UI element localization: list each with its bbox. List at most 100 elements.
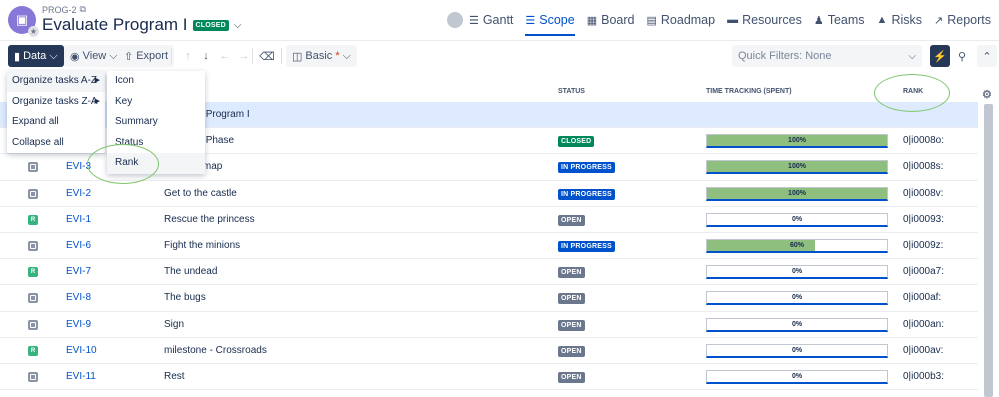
export-icon: ⇧ xyxy=(124,50,134,63)
vertical-scrollbar[interactable] xyxy=(984,104,993,397)
row-summary: Fight the minions xyxy=(164,239,241,251)
table-row[interactable]: R EVI-1 Rescue the princess OPEN 0% 0|i00093: xyxy=(0,207,978,233)
table-row[interactable]: EVI-11 Rest OPEN 0% 0|i000b3: xyxy=(0,364,978,391)
status-badge: OPEN xyxy=(558,293,585,305)
time-tracking-percent: 0% xyxy=(791,372,803,380)
nav-board[interactable]: ▦ Board xyxy=(587,13,635,27)
project-key-text: PROG-2 xyxy=(42,4,77,15)
teams-icon: ♟ xyxy=(813,14,824,27)
star-icon[interactable]: ★ xyxy=(28,26,39,37)
quick-filters-select[interactable]: Quick Filters: None ⌵ xyxy=(732,45,922,67)
row-summary: milestone - Crossroads xyxy=(164,344,267,356)
row-summary: Sign xyxy=(164,318,185,330)
time-tracking-percent: 0% xyxy=(791,268,803,276)
nav-risks[interactable]: ▲ Risks xyxy=(877,13,922,27)
lightning-button[interactable]: ⚡ xyxy=(930,45,950,67)
columns-icon: ◫ xyxy=(292,50,303,63)
issue-key-link[interactable]: EVI-7 xyxy=(66,266,91,277)
chevron-up-icon: ⌃ xyxy=(982,50,992,63)
issue-key-link[interactable]: EVI-2 xyxy=(66,188,91,199)
menu-item-collapse-all[interactable]: Collapse all xyxy=(7,133,105,154)
issue-key-link[interactable]: EVI-9 xyxy=(66,319,91,330)
submenu-item-key[interactable]: Key xyxy=(107,92,205,113)
time-tracking-percent: 0% xyxy=(791,294,803,302)
chevron-down-icon: ⌵ xyxy=(342,49,351,62)
task-icon xyxy=(28,319,38,330)
chevron-down-icon: ⌵ xyxy=(49,49,58,62)
issue-key-link[interactable]: EVI-6 xyxy=(66,240,91,251)
time-tracking-percent: 60% xyxy=(789,241,804,249)
nav-gantt[interactable]: ☰ Gantt xyxy=(469,13,513,27)
data-menu: Organize tasks A-Z ▶ Organize tasks Z-A … xyxy=(7,71,105,153)
time-tracking-percent: 100% xyxy=(788,189,806,197)
user-avatar[interactable] xyxy=(446,12,463,28)
rank-value: 0|i00093: xyxy=(903,213,944,225)
quick-filters-value: Quick Filters: None xyxy=(738,50,832,62)
collapse-header-button[interactable]: ⌃ xyxy=(977,45,997,67)
nav-reports[interactable]: ↗ Reports xyxy=(934,13,991,27)
column-header-status[interactable]: STATUS xyxy=(558,88,585,95)
top-nav: ☰ Gantt ☰ Scope ▦ Board ▤ Roadmap ▬ Reso… xyxy=(446,12,991,36)
menu-item-expand-all[interactable]: Expand all xyxy=(7,112,105,133)
data-button[interactable]: ▮ Data ⌵ xyxy=(8,45,64,67)
view-button[interactable]: ◉ View ⌵ xyxy=(64,45,124,67)
row-summary: Get to the castle xyxy=(164,187,237,199)
risks-icon: ▲ xyxy=(876,14,888,26)
table-row[interactable]: EVI-6 Fight the minions IN PROGRESS 60% 0|i0… xyxy=(0,233,978,260)
toolbar: ▮ Data ⌵ ◉ View ⌵ ⇧ Export ↑ ↓ ← → ⌫ ◫ B… xyxy=(0,45,999,69)
caret-right-icon: ▶ xyxy=(94,77,100,84)
row-summary: The bugs xyxy=(164,292,206,304)
status-badge: OPEN xyxy=(558,267,585,279)
table-row[interactable]: R EVI-10 milestone - Crossroads OPEN 0% 0|i00… xyxy=(0,338,978,364)
nav-roadmap[interactable]: ▤ Roadmap xyxy=(646,13,715,27)
chevron-down-icon[interactable]: ⌵ xyxy=(234,20,242,31)
issue-key-link[interactable]: EVI-11 xyxy=(66,371,96,382)
time-tracking-bar: 60% xyxy=(706,238,888,253)
submenu-item-label: Icon xyxy=(115,75,134,86)
rank-value: 0|i000an: xyxy=(903,318,944,330)
export-button[interactable]: ⇧ Export xyxy=(118,45,175,67)
time-tracking-percent: 100% xyxy=(788,163,806,171)
table-row[interactable]: R EVI-7 The undead OPEN 0% 0|i000a7: xyxy=(0,259,978,286)
nav-resources[interactable]: ▬ Resources xyxy=(727,13,802,27)
submenu-item-icon[interactable]: Icon xyxy=(107,71,205,92)
row-summary: Rest xyxy=(164,370,185,382)
trash-icon[interactable]: ⌫ xyxy=(256,45,278,67)
menu-item-organize-za[interactable]: Organize tasks Z-A ▶ xyxy=(7,92,105,113)
table-row[interactable]: EVI-8 The bugs OPEN 0% 0|i000af: xyxy=(0,285,978,312)
nav-scope[interactable]: ☰ Scope xyxy=(525,13,576,36)
project-avatar[interactable]: ▣ ★ xyxy=(8,6,39,37)
menu-item-label: Organize tasks A-Z xyxy=(12,75,98,86)
time-tracking-percent: 0% xyxy=(791,346,803,354)
gear-icon[interactable]: ⚙ xyxy=(982,88,992,101)
time-tracking-bar: 0% xyxy=(706,291,888,306)
resources-icon: ▬ xyxy=(727,14,739,26)
table-row[interactable]: EVI-2 Get to the castle IN PROGRESS 100% 0|i… xyxy=(0,181,978,207)
nav-scope-label: Scope xyxy=(539,13,575,27)
table-row[interactable]: EVI-9 Sign OPEN 0% 0|i000an: xyxy=(0,312,978,338)
caret-right-icon: ▶ xyxy=(94,97,100,105)
copy-icon[interactable]: ⧉ xyxy=(80,4,86,15)
eye-icon: ◉ xyxy=(70,50,80,63)
submenu-item-summary[interactable]: Summary xyxy=(107,112,205,133)
search-icon[interactable]: ⚲ xyxy=(951,45,973,67)
export-button-label: Export xyxy=(136,50,169,62)
time-tracking-bar: 0% xyxy=(706,343,888,358)
status-badge: OPEN xyxy=(558,371,585,383)
column-header-time-tracking[interactable]: TIME TRACKING (SPENT) xyxy=(706,88,792,95)
board-icon: ▦ xyxy=(586,14,598,27)
basic-view-label: Basic xyxy=(305,50,333,62)
menu-item-organize-az[interactable]: Organize tasks A-Z ▶ xyxy=(7,71,105,92)
nav-gantt-label: Gantt xyxy=(482,13,514,27)
submenu-item-label: Summary xyxy=(115,116,158,127)
issue-key-link[interactable]: EVI-10 xyxy=(66,345,97,356)
rank-value: 0|i000af: xyxy=(903,292,942,304)
status-badge: CLOSED xyxy=(192,19,229,31)
time-tracking-percent: 0% xyxy=(791,320,803,328)
nav-teams[interactable]: ♟ Teams xyxy=(814,13,865,27)
issue-key-link[interactable]: EVI-8 xyxy=(66,292,91,303)
time-tracking-bar: 0% xyxy=(706,212,888,227)
roadmap-icon: ▤ xyxy=(646,14,657,27)
issue-key-link[interactable]: EVI-1 xyxy=(66,214,91,225)
basic-view-button[interactable]: ◫ Basic * ⌵ xyxy=(286,45,357,67)
